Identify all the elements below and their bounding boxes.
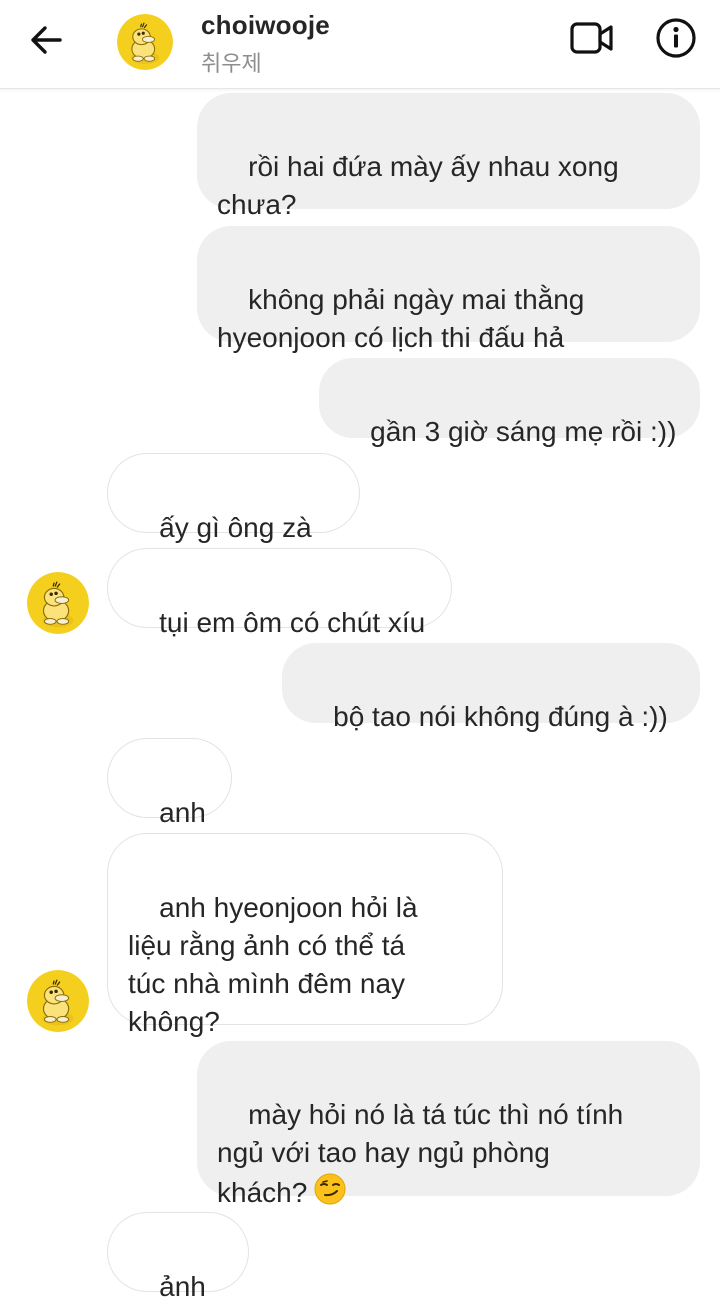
received-message[interactable]: tụi em ôm có chút xíu [107, 548, 452, 638]
message-text: không phải ngày mai thằng hyeonjoon có l… [217, 284, 585, 353]
chat-screen: choiwooje 취우제 rồi hai đứa mày ấy nhau xo… [0, 0, 720, 1300]
info-button[interactable] [652, 16, 700, 64]
sent-message[interactable]: không phải ngày mai thằng hyeonjoon có l… [197, 226, 700, 353]
sent-message[interactable]: mày hỏi nó là tá túc thì nó tính ngủ với… [197, 1041, 700, 1208]
message-text: rồi hai đứa mày ấy nhau xong chưa? [217, 151, 619, 220]
contact-avatar[interactable] [117, 14, 173, 70]
received-message[interactable]: anh hyeonjoon hỏi là liệu rằng ảnh có th… [107, 833, 503, 1037]
sender-avatar[interactable] [27, 572, 89, 634]
back-button[interactable] [22, 20, 70, 64]
received-message[interactable]: ảnh nói [107, 1212, 249, 1300]
arrow-left-icon [29, 25, 63, 60]
message-text: tụi em ôm có chút xíu [159, 607, 426, 638]
message-text: mày hỏi nó là tá túc thì nó tính ngủ với… [217, 1099, 624, 1208]
message-text: ấy gì ông zà [159, 512, 312, 543]
contact-subtitle: 취우제 [201, 51, 262, 76]
video-camera-icon [569, 20, 615, 61]
received-message[interactable]: ấy gì ông zà [107, 453, 360, 580]
chat-header: choiwooje 취우제 [0, 0, 720, 89]
sent-message[interactable]: gần 3 giờ sáng mẹ rồi :)) [319, 358, 700, 447]
sent-message[interactable]: bộ tao nói không đúng à :)) [282, 643, 700, 732]
smirking-face-icon [313, 1172, 347, 1216]
sender-avatar[interactable] [27, 970, 89, 1032]
message-text: ảnh nói [159, 1271, 206, 1300]
contact-name[interactable]: choiwooje [201, 10, 330, 41]
video-call-button[interactable] [564, 18, 620, 62]
message-text: anh hyeonjoon hỏi là liệu rằng ảnh có th… [128, 892, 418, 1037]
sent-message[interactable]: rồi hai đứa mày ấy nhau xong chưa? [197, 93, 700, 220]
received-message[interactable]: anh ơi [107, 738, 232, 866]
info-circle-icon [655, 17, 697, 64]
message-text: gần 3 giờ sáng mẹ rồi :)) [370, 416, 677, 447]
message-text: bộ tao nói không đúng à :)) [333, 701, 668, 732]
